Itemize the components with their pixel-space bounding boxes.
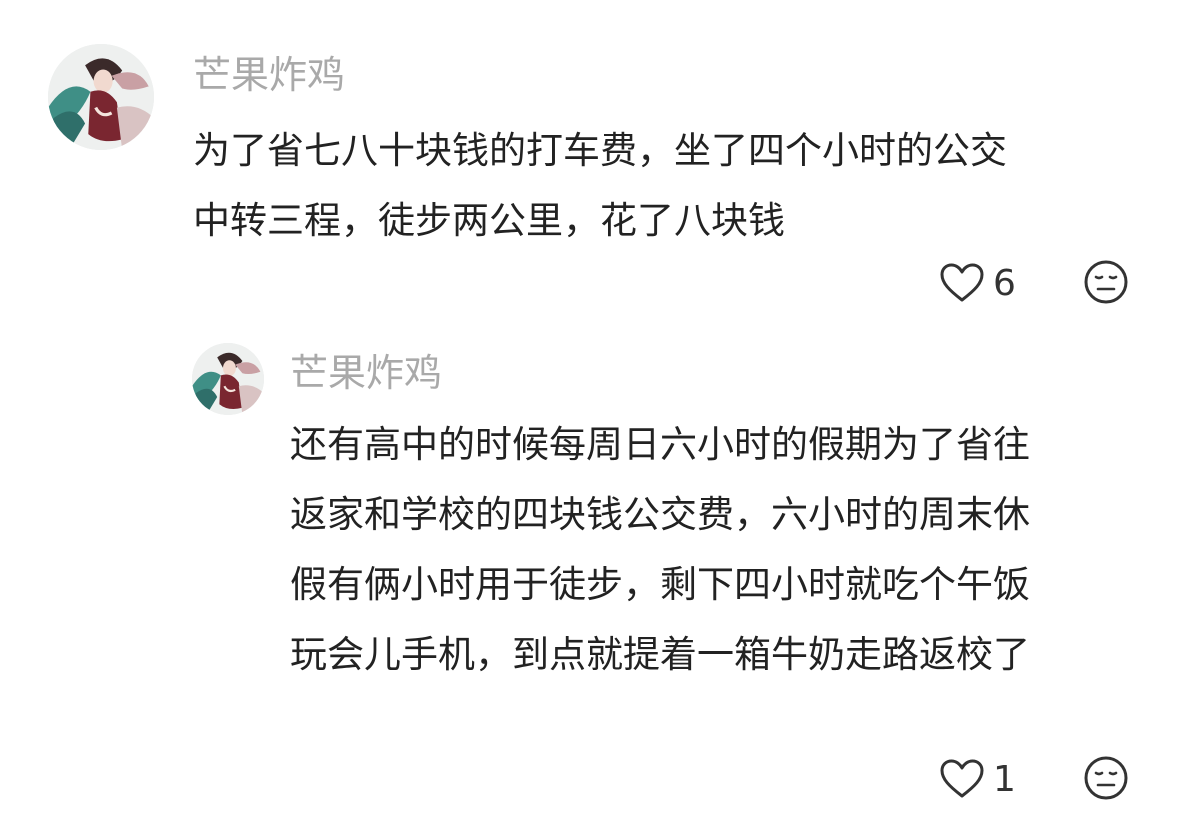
like-count: 1 — [993, 758, 1016, 800]
comment-text-line: 返家和学校的四块钱公交费，六小时的周末休 — [290, 493, 1030, 536]
comment-text-line: 玩会儿手机，到点就提着一箱牛奶走路返校了 — [290, 633, 1030, 676]
comment-text-line: 中转三程，徒步两公里，花了八块钱 — [193, 199, 785, 242]
comment-text: 还有高中的时候每周日六小时的假期为了省往 返家和学校的四块钱公交费，六小时的周末… — [290, 410, 1030, 690]
comment-text-line: 假有俩小时用于徒步，剩下四小时就吃个午饭 — [290, 563, 1030, 606]
avatar-image — [192, 343, 264, 415]
neutral-face-icon[interactable] — [1083, 259, 1129, 305]
username[interactable]: 芒果炸鸡 — [290, 348, 442, 398]
comment-text-line: 为了省七八十块钱的打车费，坐了四个小时的公交 — [193, 129, 1007, 172]
neutral-face-icon[interactable] — [1083, 755, 1129, 801]
comment-text-line: 还有高中的时候每周日六小时的假期为了省往 — [290, 423, 1030, 466]
user-avatar[interactable] — [48, 44, 154, 150]
username[interactable]: 芒果炸鸡 — [193, 50, 345, 100]
user-avatar[interactable] — [192, 343, 264, 415]
comment-text: 为了省七八十块钱的打车费，坐了四个小时的公交 中转三程，徒步两公里，花了八块钱 — [193, 116, 1007, 256]
like-count: 6 — [993, 262, 1016, 304]
like-button[interactable]: 1 — [939, 755, 1016, 803]
like-button[interactable]: 6 — [939, 259, 1016, 307]
avatar-image — [48, 44, 154, 150]
heart-outline-icon[interactable] — [939, 758, 985, 800]
heart-outline-icon[interactable] — [939, 262, 985, 304]
